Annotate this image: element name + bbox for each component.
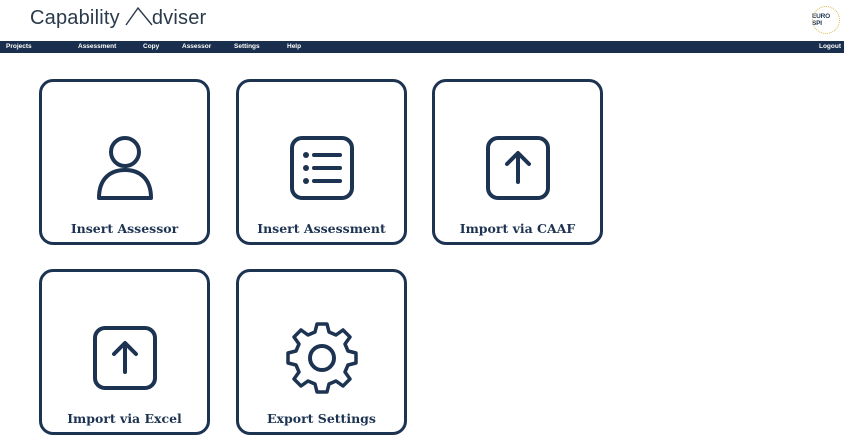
tile-label: Insert Assessment xyxy=(257,221,386,236)
tile-label: Import via CAAF xyxy=(459,221,576,236)
export-settings-tile[interactable]: Export Settings xyxy=(236,269,407,435)
import-excel-tile[interactable]: Import via Excel xyxy=(39,269,210,435)
nav-item-copy[interactable]: Copy xyxy=(143,41,159,53)
brand-text-left: Capability xyxy=(30,7,120,29)
eurospi-logo: EURO SPI xyxy=(812,6,840,34)
header: Capability dviser EURO SPI xyxy=(0,0,844,41)
insert-assessor-tile[interactable]: Insert Assessor xyxy=(39,79,210,245)
tile-label: Import via Excel xyxy=(67,411,182,426)
nav-item-help[interactable]: Help xyxy=(287,41,301,53)
import-caaf-tile[interactable]: Import via CAAF xyxy=(432,79,603,245)
insert-assessment-tile[interactable]: Insert Assessment xyxy=(236,79,407,245)
brand-logo: Capability dviser xyxy=(30,6,206,30)
tile-label: Export Settings xyxy=(267,411,376,426)
logo-ring xyxy=(812,6,840,34)
navbar: Projects Assessment Copy Assessor Settin… xyxy=(0,41,844,53)
gear-icon xyxy=(285,322,358,394)
list-icon xyxy=(289,136,354,200)
brand-a-icon xyxy=(125,6,153,26)
user-icon xyxy=(96,136,153,200)
nav-item-projects[interactable]: Projects xyxy=(6,41,32,53)
tile-label: Insert Assessor xyxy=(70,221,179,236)
upload-icon xyxy=(92,326,157,390)
nav-item-settings[interactable]: Settings xyxy=(234,41,260,53)
logout-link[interactable]: Logout xyxy=(819,41,841,53)
brand-text-right: dviser xyxy=(151,7,207,29)
upload-icon xyxy=(485,136,550,200)
nav-item-assessment[interactable]: Assessment xyxy=(78,41,116,53)
nav-item-assessor[interactable]: Assessor xyxy=(182,41,211,53)
